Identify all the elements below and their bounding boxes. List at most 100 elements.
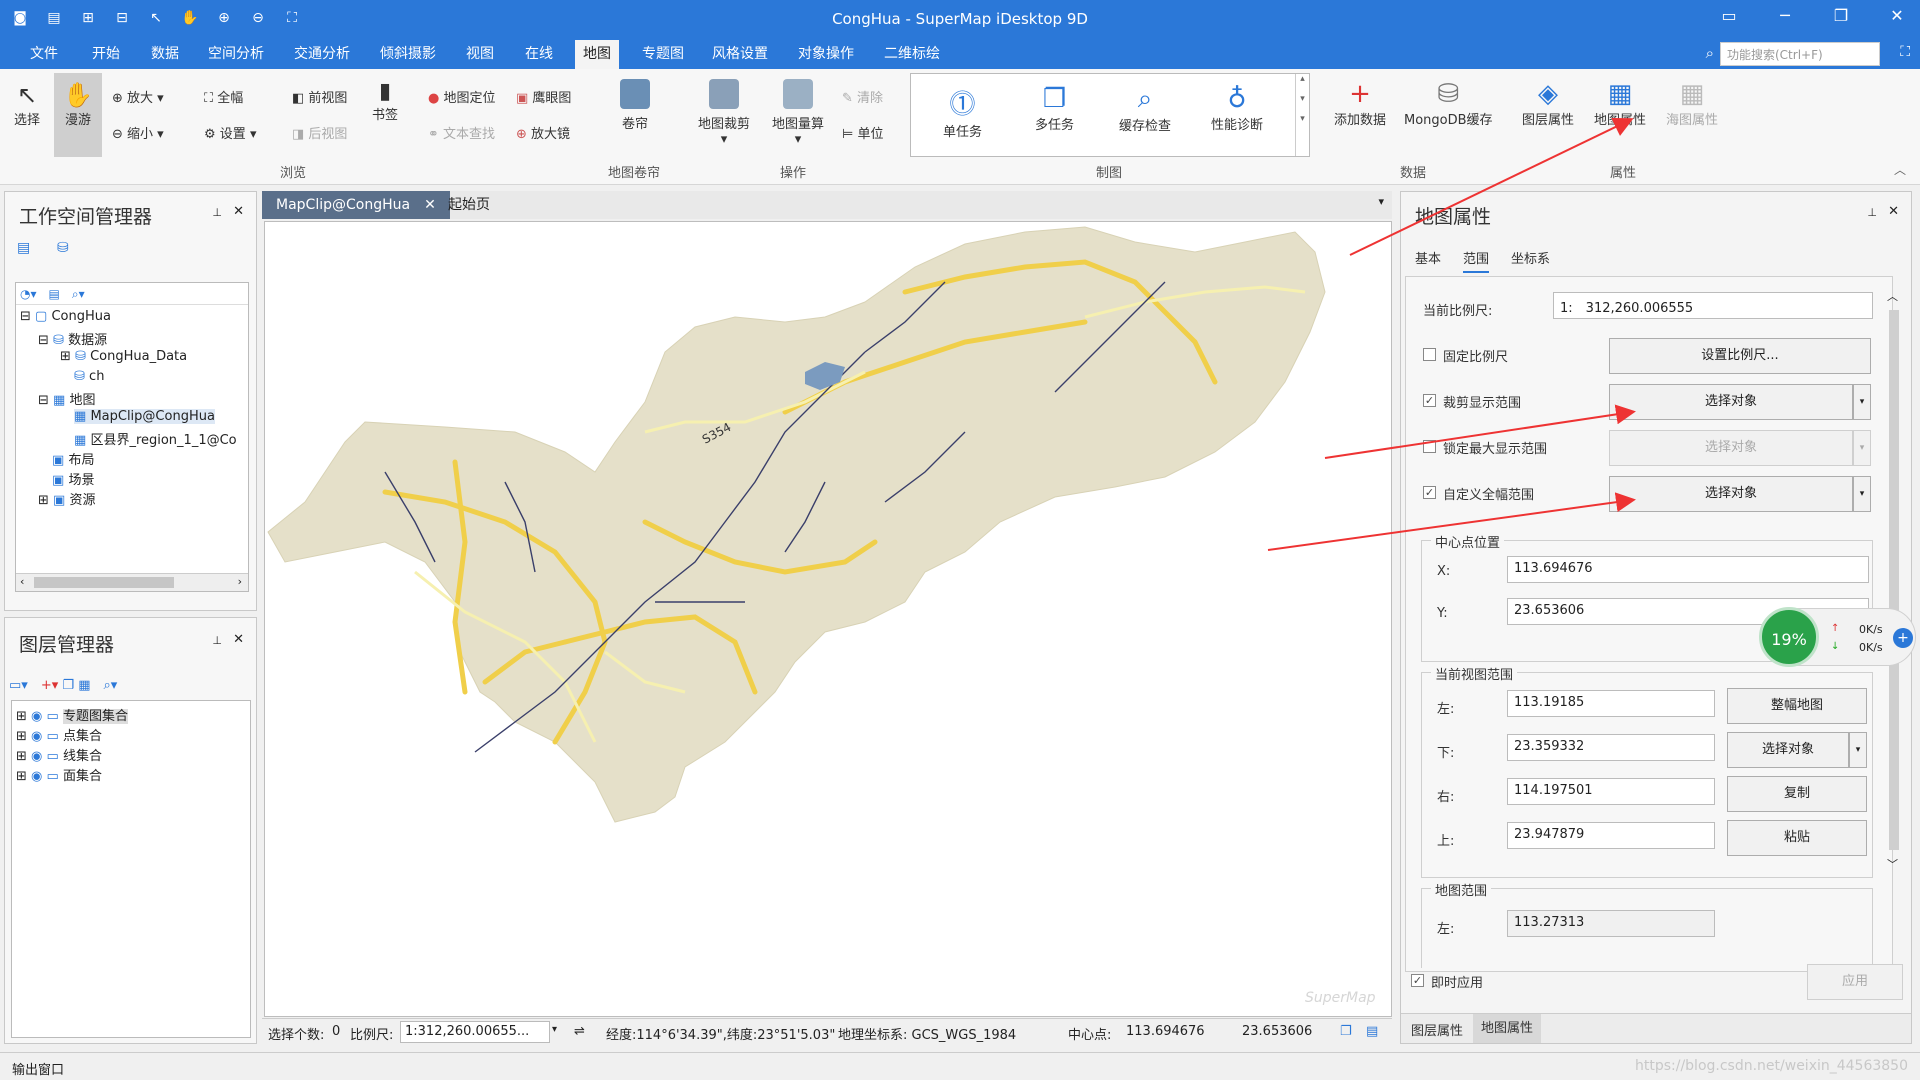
tree-maps[interactable]: ⊟ ▦ 地图	[38, 389, 95, 408]
select-button[interactable]: ↖ 选择	[14, 81, 40, 128]
tab-start[interactable]: 开始	[84, 40, 128, 69]
mongodb-cache-button[interactable]: ⛁ MongoDB缓存	[1404, 79, 1493, 128]
doc-tab-start-page[interactable]: 起始页	[434, 191, 504, 219]
plus-icon[interactable]: +	[1893, 628, 1913, 648]
close-icon[interactable]: ✕	[1888, 204, 1899, 219]
multi-task-button[interactable]: ❐ 多任务	[1035, 84, 1074, 133]
add-data-button[interactable]: + 添加数据	[1334, 79, 1386, 128]
fixed-scale-checkbox[interactable]	[1423, 348, 1436, 361]
tab-map[interactable]: 地图	[575, 40, 619, 69]
tab-traffic-analysis[interactable]: 交通分析	[286, 40, 358, 69]
tab-data[interactable]: 数据	[143, 40, 187, 69]
layer-item-points[interactable]: ⊞ ◉ ▭ 点集合	[16, 725, 102, 744]
zoom-in-button[interactable]: ⊕ 放大 ▾	[112, 87, 164, 106]
layer-item-thematic[interactable]: ⊞ ◉ ▭ 专题图集合	[16, 705, 128, 724]
fullscreen-icon[interactable]: ⛶	[1900, 44, 1910, 60]
view-select-object-button[interactable]: 选择对象	[1727, 732, 1849, 768]
settings-button[interactable]: ⚙ 设置 ▾	[204, 123, 256, 142]
eagle-eye-button[interactable]: ▣ 鹰眼图	[516, 87, 571, 106]
scale-dropdown-icon[interactable]: ▾	[552, 1024, 557, 1035]
layer-props-button[interactable]: ◈ 图层属性	[1522, 79, 1574, 128]
lock-select-object-button[interactable]: 选择对象	[1609, 430, 1853, 466]
tree-ds-conghua-data[interactable]: ⊞ ⛁ CongHua_Data	[60, 349, 187, 364]
apply-button[interactable]: 应用	[1807, 964, 1903, 1000]
maximize-button[interactable]: ❐	[1828, 6, 1854, 25]
tree-layouts[interactable]: ▣ 布局	[52, 449, 94, 468]
text-find-button[interactable]: ⚭ 文本查找	[428, 123, 495, 142]
pin-icon[interactable]: ⊥	[1867, 206, 1877, 219]
tab-range[interactable]: 范围	[1463, 248, 1490, 273]
next-view-button[interactable]: ◨ 后视图	[292, 123, 347, 142]
view-bottom-field[interactable]: 23.359332	[1507, 734, 1715, 761]
layer-style-icon[interactable]: ▦	[78, 678, 90, 693]
tab-online[interactable]: 在线	[517, 40, 561, 69]
copy-coords-icon[interactable]: ❐	[1340, 1024, 1352, 1039]
tab-spatial-analysis[interactable]: 空间分析	[200, 40, 272, 69]
tab-basic[interactable]: 基本	[1415, 248, 1441, 267]
close-icon[interactable]: ✕	[233, 204, 244, 219]
bookmark-button[interactable]: ▮ 书签	[372, 79, 398, 123]
map-props-button[interactable]: ▦ 地图属性	[1594, 79, 1646, 128]
clip-dropdown-icon[interactable]: ▾	[1853, 384, 1871, 420]
tab-file[interactable]: 文件	[22, 40, 66, 69]
view-top-field[interactable]: 23.947879	[1507, 822, 1715, 849]
tab-list-icon[interactable]: ▾	[1378, 195, 1384, 208]
full-map-button[interactable]: 整幅地图	[1727, 688, 1867, 724]
map-window[interactable]: S354 SuperMap	[264, 221, 1392, 1017]
perf-diag-button[interactable]: ♁ 性能诊断	[1211, 84, 1263, 133]
add-layer-icon[interactable]: +▾	[41, 678, 58, 693]
layer-item-lines[interactable]: ⊞ ◉ ▭ 线集合	[16, 745, 102, 764]
eye-icon[interactable]: ◉	[31, 729, 42, 744]
layer-group-icon[interactable]: ▭▾	[9, 678, 28, 693]
pan-button[interactable]: ✋ 漫游	[54, 73, 102, 157]
output-window-tab[interactable]: 输出窗口	[12, 1059, 64, 1078]
tree-datasources[interactable]: ⊟ ⛁ 数据源	[38, 329, 107, 348]
prev-view-button[interactable]: ◧ 前视图	[292, 87, 347, 106]
zoom-out-button[interactable]: ⊖ 缩小 ▾	[112, 123, 164, 142]
close-icon[interactable]: ✕	[233, 632, 244, 647]
gallery-scroll[interactable]: ▴ ▾ ▾	[1295, 74, 1309, 156]
view-left-field[interactable]: 113.19185	[1507, 690, 1715, 717]
tab-coordinate-system[interactable]: 坐标系	[1511, 248, 1550, 267]
minimize-button[interactable]: ─	[1772, 6, 1798, 25]
eye-icon[interactable]: ◉	[31, 749, 42, 764]
restore-layout-icon[interactable]: ▭	[1716, 6, 1742, 25]
bottom-tab-map-props[interactable]: 地图属性	[1473, 1014, 1542, 1043]
map-locate-button[interactable]: ● 地图定位	[428, 87, 496, 106]
swipe-button[interactable]: 卷帘	[620, 79, 650, 132]
clip-range-checkbox[interactable]: ✓	[1423, 394, 1436, 407]
tab-style[interactable]: 风格设置	[704, 40, 776, 69]
clear-button[interactable]: ✎ 清除	[842, 87, 883, 106]
eye-icon[interactable]: ◉	[31, 709, 42, 724]
tab-2d-plot[interactable]: 二维标绘	[876, 40, 948, 69]
search-icon[interactable]: ⌕▾	[104, 678, 118, 693]
eye-icon[interactable]: ◉	[31, 769, 42, 784]
collapse-ribbon-icon[interactable]: ︿	[1894, 161, 1906, 178]
unit-button[interactable]: ⊨ 单位	[842, 123, 883, 142]
chart-props-button[interactable]: ▦ 海图属性	[1666, 79, 1718, 128]
tab-view[interactable]: 视图	[458, 40, 502, 69]
tab-oblique-photo[interactable]: 倾斜摄影	[372, 40, 444, 69]
custom-full-checkbox[interactable]: ✓	[1423, 486, 1436, 499]
single-task-button[interactable]: ⓵ 单任务	[943, 84, 982, 140]
tab-object-ops[interactable]: 对象操作	[790, 40, 862, 69]
layer-item-polygons[interactable]: ⊞ ◉ ▭ 面集合	[16, 765, 102, 784]
tab-thematic[interactable]: 专题图	[634, 40, 692, 69]
map-measure-button[interactable]: 地图量算 ▾	[772, 79, 824, 147]
network-monitor-widget[interactable]: 19% ↑ 0K/s ↓ 0K/s +	[1759, 607, 1916, 667]
pin-icon[interactable]: ⊥	[212, 206, 222, 219]
lock-dropdown-icon[interactable]: ▾	[1853, 430, 1871, 466]
cache-check-button[interactable]: ⌕ 缓存检查	[1119, 84, 1171, 134]
full-extent-button[interactable]: ⛶ 全幅	[204, 87, 243, 106]
magnifier-button[interactable]: ⊕ 放大镜	[516, 123, 570, 142]
copy-button[interactable]: 复制	[1727, 776, 1867, 812]
tree-scenes[interactable]: ▣ 场景	[52, 469, 94, 488]
close-button[interactable]: ✕	[1884, 6, 1910, 25]
doc-tab-mapclip[interactable]: MapClip@CongHua ✕	[262, 191, 450, 219]
lock-max-checkbox[interactable]	[1423, 440, 1436, 453]
open-ds-icon[interactable]: ◔▾	[20, 287, 37, 301]
scroll-down-icon[interactable]: ﹀	[1887, 858, 1898, 871]
doc-icon[interactable]: ▤	[49, 287, 60, 301]
database-tab-icon[interactable]: ⛁	[57, 240, 69, 256]
clip-select-object-button[interactable]: 选择对象	[1609, 384, 1853, 420]
